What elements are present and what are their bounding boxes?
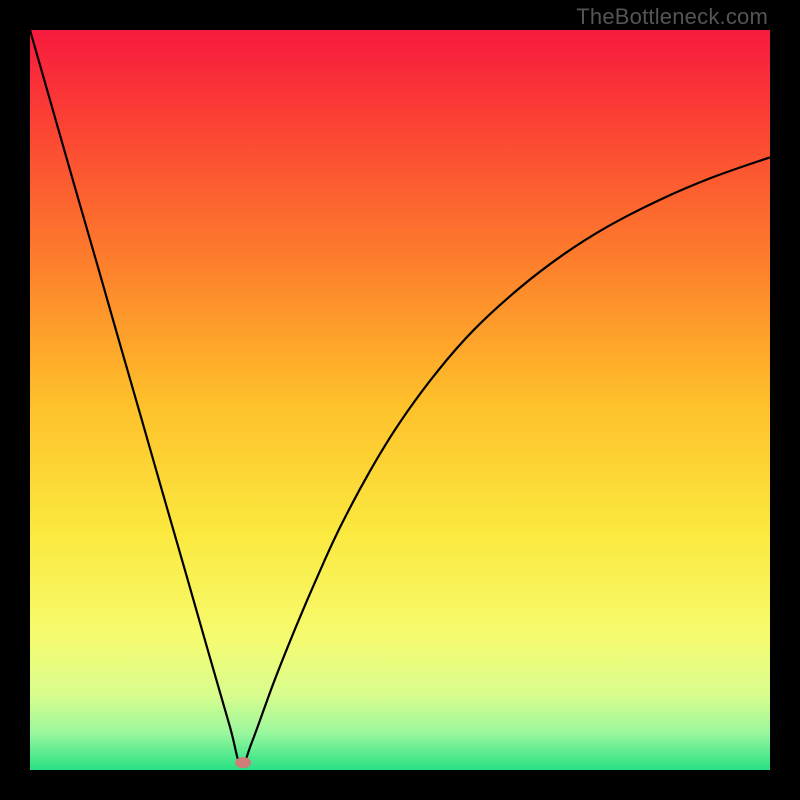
- plot-area: [30, 30, 770, 770]
- chart-frame: TheBottleneck.com: [0, 0, 800, 800]
- chart-svg: [30, 30, 770, 770]
- watermark-text: TheBottleneck.com: [576, 4, 768, 30]
- optimum-marker: [235, 757, 251, 768]
- gradient-background: [30, 30, 770, 770]
